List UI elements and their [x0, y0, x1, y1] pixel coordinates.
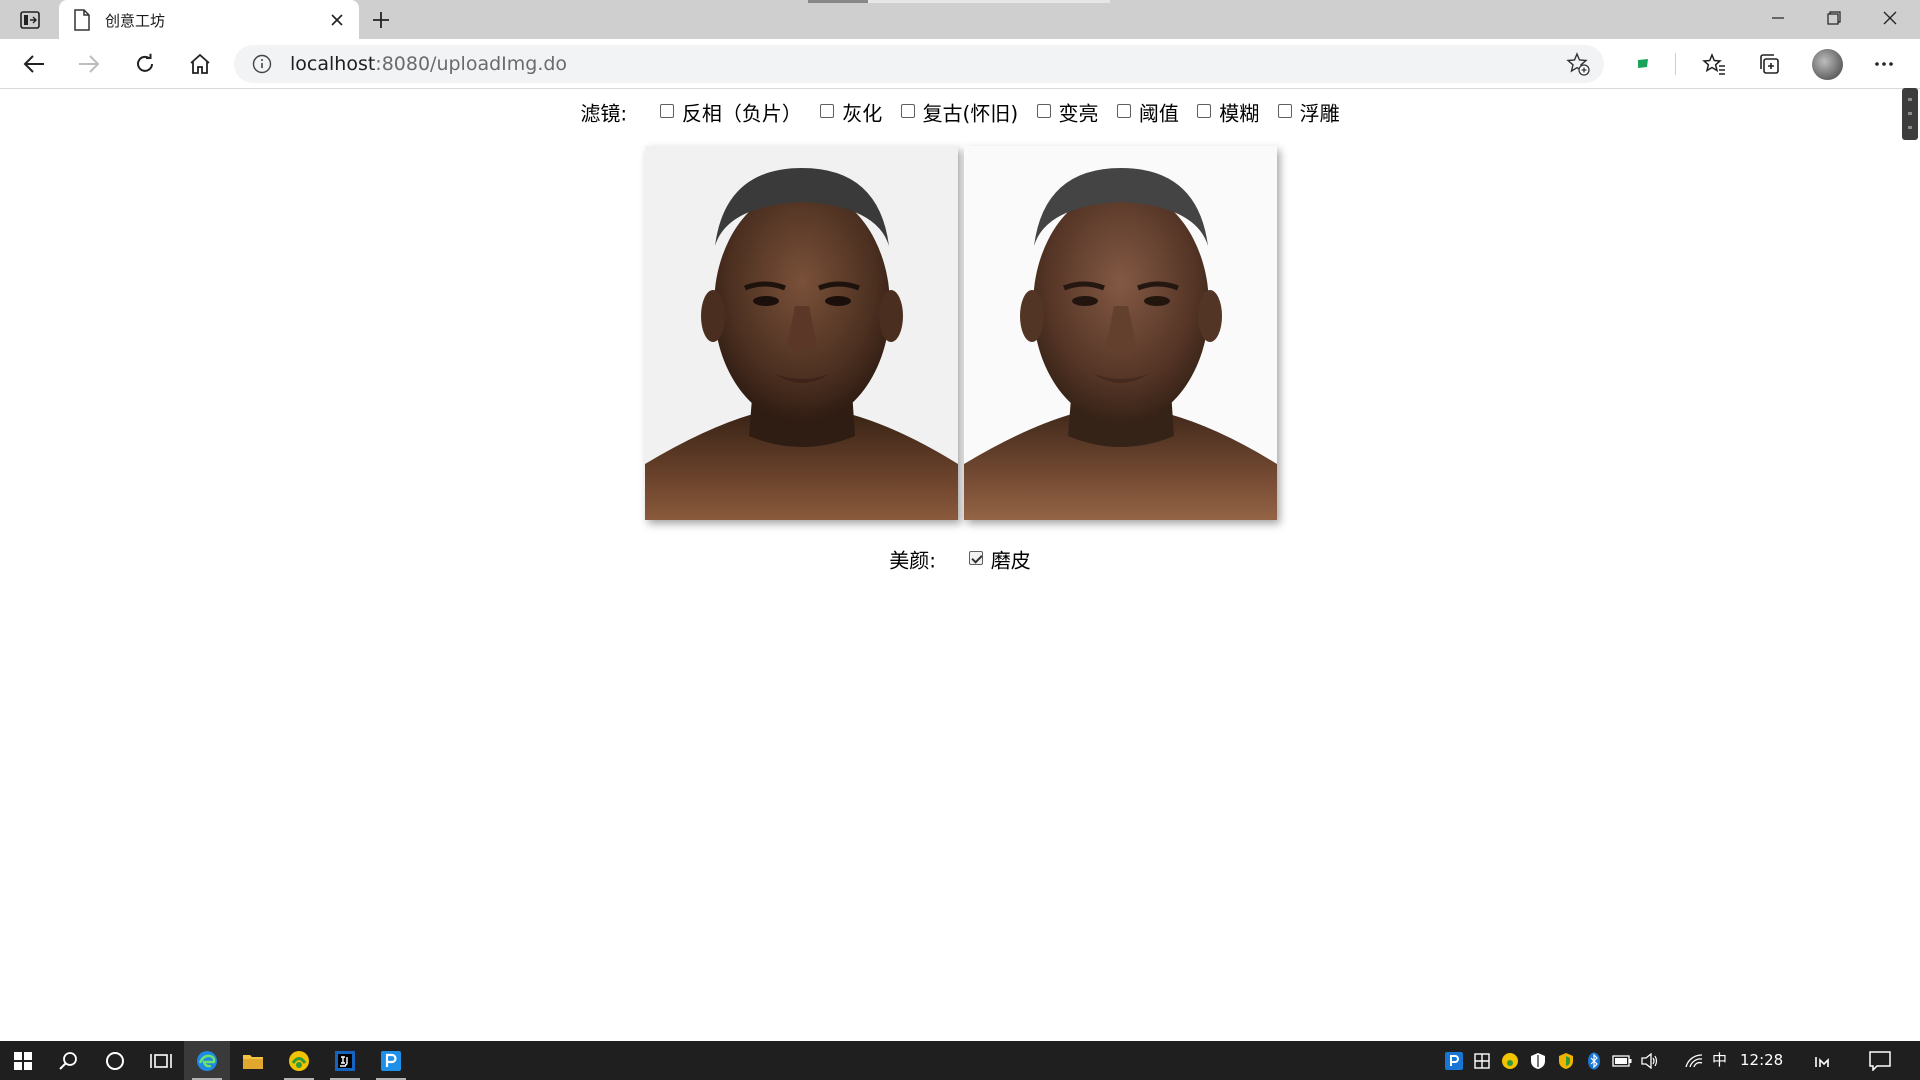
filter-invert-checkbox[interactable] [659, 103, 674, 118]
toolbar-separator [1675, 53, 1676, 75]
tab-actions-icon[interactable] [14, 8, 46, 32]
filter-invert-label: 反相（负片） [681, 101, 802, 126]
wifi-icon[interactable] [1680, 1041, 1708, 1080]
filter-gray-label: 灰化 [842, 101, 883, 126]
home-icon[interactable] [183, 48, 217, 80]
meet-now-icon[interactable] [1810, 1041, 1838, 1080]
close-tab-icon[interactable] [325, 8, 349, 32]
volume-icon[interactable] [1636, 1041, 1664, 1080]
url-path: :8080/uploadImg.do [375, 53, 568, 75]
tab-title: 创意工坊 [105, 11, 166, 30]
skin-smoothing-label: 磨皮 [990, 548, 1031, 573]
refresh-icon[interactable] [128, 48, 162, 80]
battery-icon[interactable] [1608, 1041, 1636, 1080]
filter-brighten-label: 变亮 [1058, 101, 1099, 126]
filter-emboss-label: 浮雕 [1299, 101, 1340, 126]
taskbar-clock[interactable]: 12:28 [1740, 1041, 1783, 1080]
filter-gray-checkbox[interactable] [820, 103, 835, 118]
beauty-row: 美颜: 磨皮 [0, 545, 1920, 575]
filter-row: 滤镜: 反相（负片） 灰化 复古(怀旧) 变亮 阈值 模糊 浮雕 [0, 98, 1920, 128]
tab-strip: 创意工坊 [0, 0, 1920, 40]
filter-threshold-checkbox[interactable] [1116, 103, 1131, 118]
url-host: localhost [290, 53, 376, 75]
task-view-icon[interactable] [138, 1041, 184, 1080]
address-bar[interactable]: localhost:8080/uploadImg.do [234, 45, 1604, 83]
search-icon[interactable] [46, 1041, 92, 1080]
minimize-icon[interactable] [1750, 0, 1806, 36]
restore-icon[interactable] [1806, 0, 1862, 36]
taskbar: 中 12:28 [0, 1041, 1920, 1080]
browser-toolbar: localhost:8080/uploadImg.do [0, 39, 1920, 89]
cortana-icon[interactable] [92, 1041, 138, 1080]
bluetooth-icon[interactable] [1580, 1041, 1608, 1080]
input-method-indicator[interactable]: 中 [1712, 1041, 1727, 1080]
tray-p-icon[interactable] [1440, 1041, 1468, 1080]
filter-vintage-label: 复古(怀旧) [922, 101, 1019, 126]
collections-icon[interactable] [1752, 48, 1786, 80]
windows-start-icon[interactable] [0, 1041, 46, 1080]
tab-scroll-indicator [808, 0, 1110, 3]
filter-blur-checkbox[interactable] [1197, 103, 1212, 118]
original-portrait-image [645, 146, 958, 520]
url-text[interactable]: localhost:8080/uploadImg.do [290, 53, 567, 75]
tray-shield-icon[interactable] [1552, 1041, 1580, 1080]
processed-portrait-image [964, 146, 1277, 520]
new-tab-icon[interactable] [366, 6, 396, 34]
filter-brighten-checkbox[interactable] [1036, 103, 1051, 118]
filter-label: 滤镜: [580, 101, 628, 126]
tray-yellow-app-icon[interactable] [1496, 1041, 1524, 1080]
beauty-label: 美颜: [889, 548, 937, 573]
app-yellow-icon[interactable] [276, 1041, 322, 1080]
extension-icon[interactable] [1626, 48, 1660, 80]
filter-vintage-checkbox[interactable] [900, 103, 915, 118]
forward-arrow-icon[interactable] [72, 48, 106, 80]
intellij-icon[interactable] [322, 1041, 368, 1080]
edge-taskbar-icon[interactable] [184, 1041, 230, 1080]
app-p-icon[interactable] [368, 1041, 414, 1080]
skin-smoothing-checkbox[interactable] [968, 550, 983, 565]
back-arrow-icon[interactable] [17, 48, 51, 80]
file-explorer-icon[interactable] [230, 1041, 276, 1080]
filter-emboss-checkbox[interactable] [1277, 103, 1292, 118]
tray-network-share-icon[interactable] [1468, 1041, 1496, 1080]
close-window-icon[interactable] [1862, 0, 1918, 36]
info-icon[interactable] [252, 54, 272, 74]
more-menu-icon[interactable] [1867, 48, 1901, 80]
profile-avatar[interactable] [1812, 49, 1843, 80]
filter-threshold-label: 阈值 [1138, 101, 1179, 126]
tray-security-icon[interactable] [1524, 1041, 1552, 1080]
add-favorite-icon[interactable] [1566, 52, 1590, 76]
favorites-icon[interactable] [1697, 48, 1731, 80]
notifications-icon[interactable] [1866, 1041, 1894, 1080]
filter-blur-label: 模糊 [1219, 101, 1260, 126]
tab-active[interactable]: 创意工坊 [59, 0, 359, 40]
page-icon [73, 9, 91, 31]
image-comparison [645, 146, 1277, 520]
